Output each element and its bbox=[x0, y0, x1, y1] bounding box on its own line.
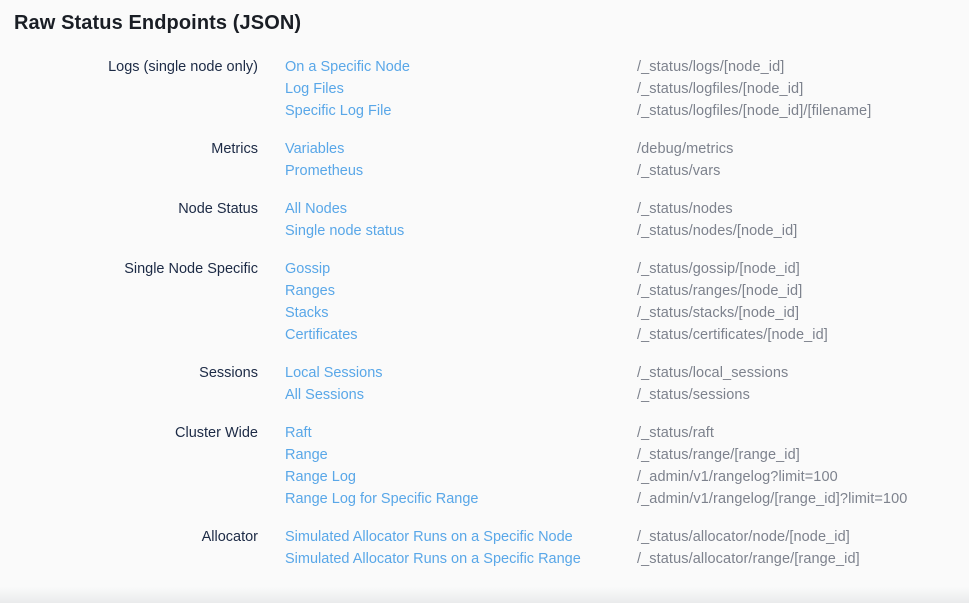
category-label: Metrics bbox=[14, 138, 258, 160]
endpoint-path: /_status/certificates/[node_id] bbox=[637, 324, 969, 346]
endpoint-path: /debug/metrics bbox=[637, 138, 969, 160]
endpoint-link[interactable]: Simulated Allocator Runs on a Specific N… bbox=[285, 526, 610, 548]
bottom-fade bbox=[0, 587, 969, 603]
endpoint-row: On a Specific Node /_status/logs/[node_id… bbox=[285, 56, 969, 78]
section-rows: All Nodes/_status/nodesSingle node statu… bbox=[285, 198, 969, 242]
endpoint-link[interactable]: Simulated Allocator Runs on a Specific R… bbox=[285, 548, 610, 570]
endpoint-link[interactable]: Gossip bbox=[285, 258, 610, 280]
endpoint-row: Specific Log File /_status/logfiles/[node… bbox=[285, 100, 969, 122]
endpoint-row: Certificates /_status/certificates/[node_… bbox=[285, 324, 969, 346]
endpoint-path: /_status/logfiles/[node_id] bbox=[637, 78, 969, 100]
endpoint-row: Variables/debug/metrics bbox=[285, 138, 969, 160]
endpoints-list: Logs (single node only) On a Specific Nod… bbox=[14, 56, 969, 570]
endpoint-section: Single Node Specific Gossip /_status/gossi… bbox=[14, 258, 969, 346]
endpoint-link[interactable]: Single node status bbox=[285, 220, 610, 242]
endpoint-link[interactable]: Range Log for Specific Range bbox=[285, 488, 610, 510]
endpoint-section: Sessions Local Sessions /_status/local_ses… bbox=[14, 362, 969, 406]
category-label: Allocator bbox=[14, 526, 258, 548]
endpoint-link[interactable]: Range bbox=[285, 444, 610, 466]
section-rows: Simulated Allocator Runs on a Specific N… bbox=[285, 526, 969, 570]
page-title: Raw Status Endpoints (JSON) bbox=[14, 10, 969, 36]
category-label: Sessions bbox=[14, 362, 258, 384]
endpoint-row: Log Files /_status/logfiles/[node_id] bbox=[285, 78, 969, 100]
category-label: Logs (single node only) bbox=[14, 56, 258, 78]
endpoint-path: /_status/gossip/[node_id] bbox=[637, 258, 969, 280]
endpoint-path: /_status/ranges/[node_id] bbox=[637, 280, 969, 302]
endpoint-path: /_status/allocator/node/[node_id] bbox=[637, 526, 969, 548]
endpoint-link[interactable]: Prometheus bbox=[285, 160, 610, 182]
section-rows: Gossip /_status/gossip/[node_id] Ranges /_s… bbox=[285, 258, 969, 346]
endpoint-path: /_status/logfiles/[node_id]/[filename] bbox=[637, 100, 969, 122]
endpoint-section: Allocator Simulated Allocator Runs on a S… bbox=[14, 526, 969, 570]
endpoint-link[interactable]: Specific Log File bbox=[285, 100, 610, 122]
endpoint-row: Range /_status/range/[range_id] bbox=[285, 444, 969, 466]
endpoint-row: Simulated Allocator Runs on a Specific N… bbox=[285, 526, 969, 548]
endpoint-link[interactable]: All Nodes bbox=[285, 198, 610, 220]
endpoint-path: /_status/sessions bbox=[637, 384, 969, 406]
section-rows: On a Specific Node /_status/logs/[node_id… bbox=[285, 56, 969, 122]
endpoint-link[interactable]: On a Specific Node bbox=[285, 56, 610, 78]
endpoint-link[interactable]: Variables bbox=[285, 138, 610, 160]
endpoint-path: /_status/nodes/[node_id] bbox=[637, 220, 969, 242]
endpoint-row: Range Log /_admin/v1/rangelog?limit=100 bbox=[285, 466, 969, 488]
endpoint-link[interactable]: Range Log bbox=[285, 466, 610, 488]
endpoint-path: /_status/logs/[node_id] bbox=[637, 56, 969, 78]
endpoint-row: Single node status /_status/nodes/[node_i… bbox=[285, 220, 969, 242]
endpoint-link[interactable]: Local Sessions bbox=[285, 362, 610, 384]
endpoint-row: Ranges /_status/ranges/[node_id] bbox=[285, 280, 969, 302]
endpoint-path: /_status/local_sessions bbox=[637, 362, 969, 384]
endpoint-section: MetricsVariables/debug/metricsPrometheus… bbox=[14, 138, 969, 182]
endpoint-path: /_admin/v1/rangelog/[range_id]?limit=100 bbox=[637, 488, 969, 510]
endpoint-row: Raft /_status/raft bbox=[285, 422, 969, 444]
endpoint-path: /_status/range/[range_id] bbox=[637, 444, 969, 466]
category-label: Single Node Specific bbox=[14, 258, 258, 280]
endpoint-path: /_admin/v1/rangelog?limit=100 bbox=[637, 466, 969, 488]
section-rows: Variables/debug/metricsPrometheus/_statu… bbox=[285, 138, 969, 182]
category-label: Cluster Wide bbox=[14, 422, 258, 444]
endpoint-row: All Nodes /_status/nodes bbox=[285, 198, 969, 220]
endpoint-section: Node StatusAll Nodes/_status/nodesSingle… bbox=[14, 198, 969, 242]
endpoint-path: /_status/stacks/[node_id] bbox=[637, 302, 969, 324]
debug-endpoints-page: Raw Status Endpoints (JSON) Logs (single… bbox=[0, 0, 969, 570]
endpoint-link[interactable]: Certificates bbox=[285, 324, 610, 346]
endpoint-row: Local Sessions /_status/local_sessions bbox=[285, 362, 969, 384]
endpoint-link[interactable]: Log Files bbox=[285, 78, 610, 100]
endpoint-row: Simulated Allocator Runs on a Specific R… bbox=[285, 548, 969, 570]
endpoint-link[interactable]: All Sessions bbox=[285, 384, 610, 406]
endpoint-link[interactable]: Stacks bbox=[285, 302, 610, 324]
section-rows: Raft /_status/raft Range /_status/range/[ra… bbox=[285, 422, 969, 510]
endpoint-row: Range Log for Specific Range /_admin/v1/r… bbox=[285, 488, 969, 510]
endpoint-path: /_status/nodes bbox=[637, 198, 969, 220]
endpoint-row: Prometheus /_status/vars bbox=[285, 160, 969, 182]
section-rows: Local Sessions/_status/local_sessionsAll… bbox=[285, 362, 969, 406]
category-label: Node Status bbox=[14, 198, 258, 220]
endpoint-path: /_status/vars bbox=[637, 160, 969, 182]
endpoint-path: /_status/raft bbox=[637, 422, 969, 444]
endpoint-link[interactable]: Raft bbox=[285, 422, 610, 444]
endpoint-link[interactable]: Ranges bbox=[285, 280, 610, 302]
endpoint-section: Logs (single node only) On a Specific Nod… bbox=[14, 56, 969, 122]
endpoint-path: /_status/allocator/range/[range_id] bbox=[637, 548, 969, 570]
endpoint-row: Stacks /_status/stacks/[node_id] bbox=[285, 302, 969, 324]
endpoint-row: Gossip /_status/gossip/[node_id] bbox=[285, 258, 969, 280]
endpoint-section: Cluster Wide Raft /_status/raft Range /_stat… bbox=[14, 422, 969, 510]
endpoint-row: All Sessions /_status/sessions bbox=[285, 384, 969, 406]
